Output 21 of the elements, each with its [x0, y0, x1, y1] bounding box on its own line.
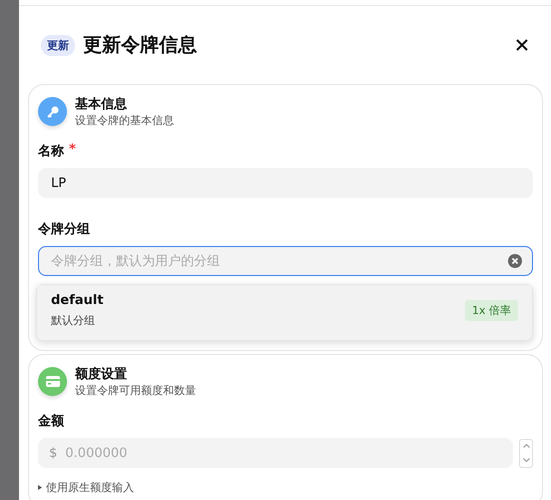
- section-subtitle: 设置令牌可用额度和数量: [75, 383, 196, 398]
- option-name: default: [51, 293, 104, 308]
- option-description: 默认分组: [51, 313, 96, 328]
- field-label: 令牌分组: [38, 221, 90, 238]
- section-subtitle: 设置令牌的基本信息: [75, 113, 174, 128]
- name-input[interactable]: LP: [49, 174, 522, 192]
- amount-input[interactable]: 0.000000: [63, 444, 502, 462]
- field-label: 名称: [38, 143, 64, 160]
- section-title: 基本信息: [75, 96, 128, 113]
- drawer-title: 更新令牌信息: [83, 33, 198, 58]
- name-field[interactable]: LP: [38, 168, 533, 198]
- dropdown-option[interactable]: default 默认分组 1x 倍率: [37, 285, 532, 336]
- group-select[interactable]: 令牌分组，默认为用户的分组: [38, 246, 533, 276]
- section-title: 额度设置: [75, 366, 128, 383]
- field-label: 金额: [38, 412, 64, 430]
- update-badge: 更新: [41, 34, 75, 56]
- ratio-tag: 1x 倍率: [464, 300, 518, 321]
- raw-quota-toggle[interactable]: 使用原生额度输入: [38, 480, 134, 495]
- currency-prefix: $: [49, 446, 58, 460]
- required-mark: *: [69, 142, 76, 159]
- group-input[interactable]: 令牌分组，默认为用户的分组: [49, 252, 508, 270]
